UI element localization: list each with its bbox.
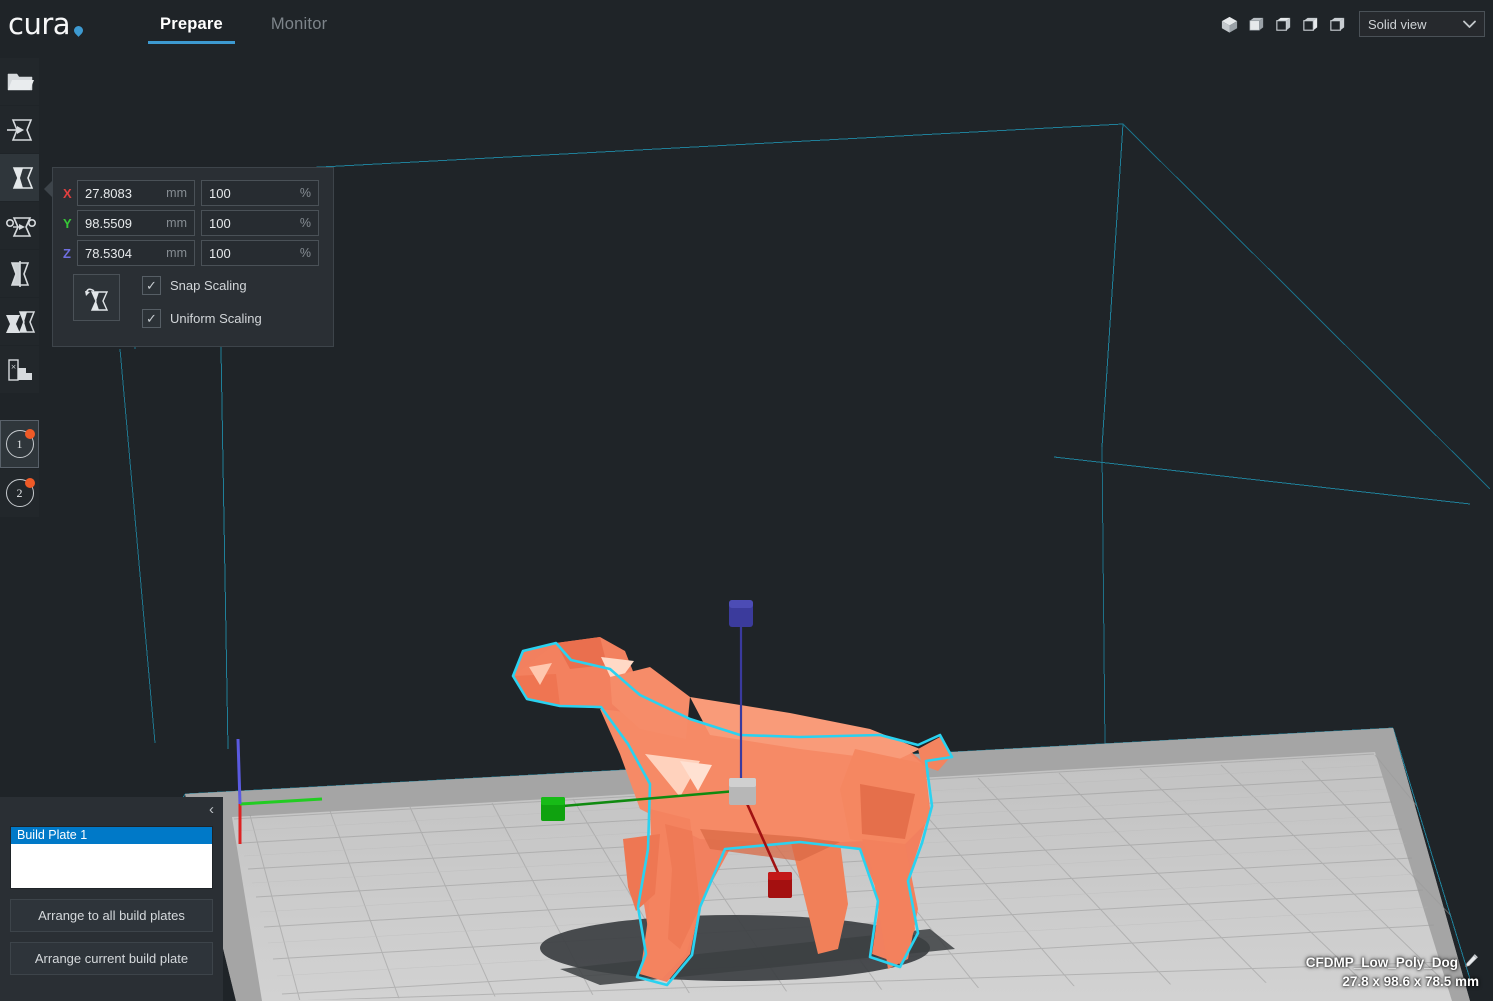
tool-toolbar: × [0,58,39,394]
tab-prepare-label: Prepare [160,15,223,33]
tab-monitor[interactable]: Monitor [247,0,351,49]
uniform-scaling-label: Uniform Scaling [170,310,262,326]
view-3d-icon[interactable] [1216,9,1242,39]
scale-y-mm-unit: mm [166,216,187,230]
build-plate-button-1[interactable]: 1 [0,420,39,468]
view-right-icon[interactable] [1324,9,1350,39]
scale-z-percent-value: 100 [209,245,231,261]
view-left-icon[interactable] [1297,9,1323,39]
axis-label-z: Z [63,245,71,261]
scale-x-mm-unit: mm [166,186,187,200]
scale-x-percent-input[interactable]: 100 % [201,180,319,206]
build-plates-header: ‹ [0,797,223,826]
view-mode-select[interactable]: Solid view [1359,11,1485,37]
scale-panel-bottom: ✓ Snap Scaling ✓ Uniform Scaling [53,274,333,340]
scale-y-percent-value: 100 [209,215,231,231]
arrange-all-build-plates-button[interactable]: Arrange to all build plates [10,899,213,932]
tab-monitor-label: Monitor [270,15,328,33]
scale-z-percent-input[interactable]: 100 % [201,240,319,266]
open-file-icon[interactable] [0,58,39,106]
build-plates-panel: ‹ Build Plate 1 Arrange to all build pla… [0,797,223,1001]
view-tools: Solid view [1216,9,1485,39]
chevron-down-icon [1463,18,1476,31]
scale-z-percent-unit: % [299,246,311,260]
logo-wordmark: cura [8,6,71,41]
build-plate-selector: 1 2 [0,420,39,518]
view-top-icon[interactable] [1270,9,1296,39]
check-icon: ✓ [146,310,157,326]
panel-pointer-icon [44,180,53,198]
scale-z-mm-unit: mm [166,246,187,260]
support-blocker-icon[interactable]: × [0,346,39,394]
uniform-scaling-checkbox[interactable]: ✓ Uniform Scaling [142,307,262,329]
model-dimensions: 27.8 x 98.6 x 78.5 mm [1342,974,1479,989]
model-name-row: CFDMP_Low_Poly_Dog [1306,953,1479,971]
axis-label-x: X [63,185,72,201]
arrange-current-build-plate-button[interactable]: Arrange current build plate [10,942,213,975]
snap-scaling-label: Snap Scaling [170,277,247,293]
scale-y-percent-unit: % [299,216,311,230]
cura-application-window: cura Prepare Monitor Solid view × 1 2 X … [0,0,1493,1001]
scale-options: ✓ Snap Scaling ✓ Uniform Scaling [142,274,262,340]
collapse-panel-icon[interactable]: ‹ [209,802,214,817]
rotate-tool-icon[interactable] [0,202,39,250]
scale-y-percent-input[interactable]: 100 % [201,210,319,236]
per-model-settings-icon[interactable] [0,298,39,346]
mirror-tool-icon[interactable] [0,250,39,298]
reset-scale-icon[interactable] [73,274,120,321]
check-icon: ✓ [146,277,157,293]
view-front-icon[interactable] [1243,9,1269,39]
scale-row-x: X 27.8083 mm 100 % [53,180,333,206]
axis-label-y: Y [63,215,72,231]
scale-z-mm-value: 78.5304 [85,245,132,261]
scale-tool-icon[interactable] [0,154,39,202]
scale-x-mm-value: 27.8083 [85,185,132,201]
scale-y-mm-value: 98.5509 [85,215,132,231]
snap-scaling-box: ✓ [142,275,161,295]
cura-logo: cura [8,8,118,40]
move-tool-icon[interactable] [0,106,39,154]
model-name: CFDMP_Low_Poly_Dog [1305,954,1458,970]
build-plate-button-2[interactable]: 2 [0,469,39,517]
model-info-overlay: CFDMP_Low_Poly_Dog 27.8 x 98.6 x 78.5 mm [1306,953,1479,989]
build-plates-list[interactable]: Build Plate 1 [10,826,213,889]
pencil-icon[interactable] [1464,953,1479,971]
snap-scaling-checkbox[interactable]: ✓ Snap Scaling [142,274,262,296]
build-plate-badge-2 [25,478,35,488]
logo-dot-icon [72,23,85,37]
view-mode-label: Solid view [1368,16,1427,32]
list-item[interactable]: Build Plate 1 [11,827,212,844]
scale-x-percent-value: 100 [209,185,231,201]
build-plate-badge-1 [25,429,35,439]
scale-y-mm-input[interactable]: 98.5509 mm [77,210,195,236]
uniform-scaling-box: ✓ [142,308,161,328]
tab-prepare[interactable]: Prepare [136,0,247,49]
scale-row-z: Z 78.5304 mm 100 % [53,240,333,266]
scale-tool-panel: X 27.8083 mm 100 % Y 98.5509 mm 100 % Z [44,167,334,347]
scale-x-mm-input[interactable]: 27.8083 mm [77,180,195,206]
svg-text:×: × [10,363,16,371]
scale-x-percent-unit: % [299,186,311,200]
scale-row-y: Y 98.5509 mm 100 % [53,210,333,236]
stage-tabs: Prepare Monitor [136,0,351,49]
top-bar: cura Prepare Monitor Solid view [0,0,1493,49]
scale-z-mm-input[interactable]: 78.5304 mm [77,240,195,266]
